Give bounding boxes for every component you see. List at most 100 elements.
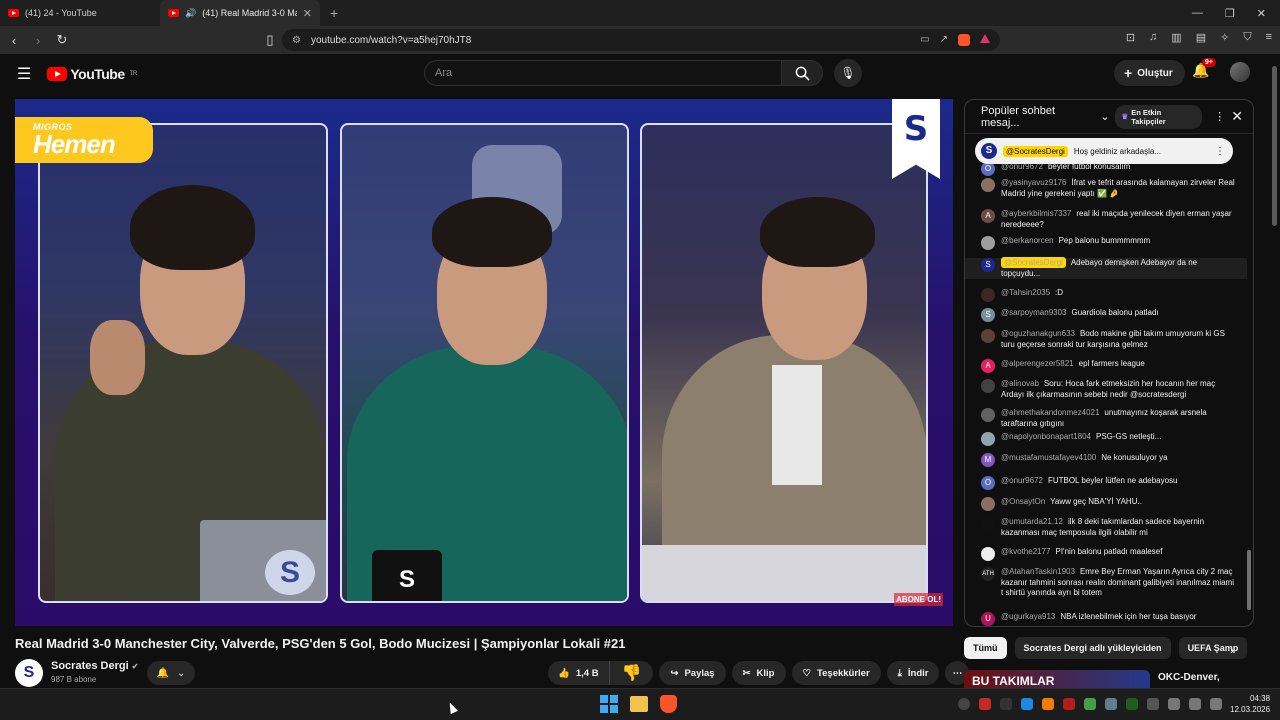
chat-avatar[interactable]: A: [981, 209, 995, 223]
chat-avatar[interactable]: M: [981, 453, 995, 467]
chat-message[interactable]: O @onur9672 beyler futbol konusalım: [965, 162, 1247, 176]
chat-username[interactable]: @alperengezer5821: [1001, 359, 1074, 368]
speaker-icon[interactable]: 🔊: [185, 8, 196, 19]
filter-chip-all[interactable]: Tümü: [964, 637, 1007, 659]
recommended-video[interactable]: BU TAKIMLAR OKC-Denver,: [964, 670, 1254, 690]
chat-avatar[interactable]: [981, 288, 995, 302]
chat-username[interactable]: @umutarda21.12: [1001, 517, 1063, 526]
pinned-more-icon[interactable]: ⋮: [1215, 146, 1225, 157]
brave-shields-icon[interactable]: [958, 34, 970, 46]
chat-message[interactable]: @umutarda21.12 ilk 8 deki takımlardan sad…: [965, 517, 1247, 538]
chat-more-icon[interactable]: ⋮: [1214, 110, 1225, 123]
brave-browser-icon[interactable]: [660, 695, 677, 713]
chat-message[interactable]: @OnsaytOn Yaww geç NBA'Yİ YAHU..: [965, 497, 1247, 511]
tray-app-icon[interactable]: [1105, 698, 1117, 710]
tray-app-icon[interactable]: [1084, 698, 1096, 710]
top-supporters-button[interactable]: ♛ En Etkin Takipçiler: [1115, 104, 1203, 129]
chevron-right-icon[interactable]: ›: [1230, 643, 1234, 657]
chat-message[interactable]: A @alperengezer5821 epl farmers league: [965, 359, 1247, 373]
tray-app-icon[interactable]: [1147, 698, 1159, 710]
wallet-icon[interactable]: ▤: [1196, 31, 1206, 44]
site-settings-icon[interactable]: ⚙: [292, 35, 301, 46]
share-button[interactable]: ↪ Paylaş: [659, 661, 726, 685]
subscription-bell-button[interactable]: 🔔 ⌄: [147, 661, 195, 685]
file-explorer-icon[interactable]: [630, 696, 648, 712]
chat-username[interactable]: @mustafamustafayev4100: [1001, 453, 1096, 462]
chat-avatar[interactable]: [981, 547, 995, 561]
chat-username[interactable]: @Tahsin2035: [1001, 288, 1050, 297]
chat-message[interactable]: S @SocratesDergi Adebayo demişken Adebayor…: [965, 257, 1247, 279]
chat-message[interactable]: M @mustafamustafayev4100 Ne konusuluyor ya: [965, 453, 1247, 467]
tray-app-icon[interactable]: [979, 698, 991, 710]
forward-icon[interactable]: ›: [28, 33, 48, 48]
brave-rewards-icon[interactable]: [980, 34, 990, 43]
chat-message[interactable]: @ahmethakandonmez4021 unutmayınız koşarak…: [965, 408, 1247, 429]
chat-avatar[interactable]: ATH: [981, 567, 995, 581]
chat-username[interactable]: @oguzhanakgun633: [1001, 329, 1075, 338]
scrollbar-thumb[interactable]: [1272, 66, 1277, 226]
cast-icon[interactable]: ▭: [920, 34, 929, 46]
chat-username[interactable]: @onur9672: [1001, 476, 1043, 485]
recommended-title[interactable]: OKC-Denver,: [1158, 672, 1220, 683]
chat-message[interactable]: @Tahsin2035:D: [965, 288, 1247, 302]
close-tab-icon[interactable]: ✕: [303, 7, 312, 20]
channel-name[interactable]: Socrates Dergi ✔: [51, 660, 138, 672]
chat-scrollbar[interactable]: [1247, 550, 1251, 610]
pinned-message[interactable]: S @SocratesDergi Hoş geldiniz arkadaşla.…: [975, 138, 1233, 164]
guide-menu-icon[interactable]: ☰: [17, 64, 31, 84]
chat-message[interactable]: @napolyonbonapart1804 PSG-GS netleşti...: [965, 432, 1247, 446]
chat-avatar[interactable]: O: [981, 476, 995, 490]
page-scrollbar[interactable]: [1268, 54, 1280, 688]
chat-message[interactable]: @yasinyavuz9176 İfrat ve tefrit arasında …: [965, 178, 1247, 199]
chat-avatar[interactable]: O: [981, 162, 995, 176]
window-close-button[interactable]: ✕: [1257, 7, 1266, 20]
browser-tab-active[interactable]: 🔊 (41) Real Madrid 3-0 Manchester ✕: [160, 0, 320, 26]
create-button[interactable]: + Oluştur: [1114, 60, 1185, 86]
chevron-down-icon[interactable]: ⌄: [1100, 110, 1109, 123]
start-button-icon[interactable]: [600, 695, 618, 713]
tray-app-icon[interactable]: [958, 698, 970, 710]
tray-app-icon[interactable]: [1063, 698, 1075, 710]
chat-username[interactable]: @ayberkbilmis7337: [1001, 209, 1071, 218]
chat-username[interactable]: @ugurkaya913: [1001, 612, 1055, 621]
like-button[interactable]: 👍 1,4 B: [548, 661, 610, 685]
chat-message[interactable]: @kvothe2177 PI'nin balonu patladı maalese…: [965, 547, 1247, 561]
account-avatar[interactable]: [1230, 62, 1250, 82]
clock[interactable]: 04:38 12.03.2026: [1230, 693, 1270, 715]
chat-avatar[interactable]: [981, 497, 995, 511]
chat-username[interactable]: @sarpoyman9303: [1001, 308, 1067, 317]
search-input[interactable]: Ara: [424, 60, 782, 86]
filter-chip-uploader[interactable]: Socrates Dergi adlı yükleyiciden: [1014, 637, 1171, 659]
notifications-button[interactable]: 🔔 9+: [1192, 58, 1216, 79]
clip-button[interactable]: ✂ Klip: [731, 661, 786, 685]
youtube-logo[interactable]: YouTube TR: [47, 66, 137, 82]
back-icon[interactable]: ‹: [4, 33, 24, 48]
new-tab-button[interactable]: +: [320, 5, 348, 21]
chat-avatar[interactable]: S: [981, 258, 995, 272]
restore-button[interactable]: ❐: [1225, 7, 1235, 20]
voice-search-button[interactable]: 🎙: [834, 59, 862, 87]
recommended-thumbnail[interactable]: BU TAKIMLAR: [964, 670, 1150, 690]
dislike-button[interactable]: 👎: [610, 661, 654, 685]
sidebar-icon[interactable]: ▥: [1171, 31, 1181, 44]
video-player[interactable]: S S MIGROS Hemen S ABONE OL!: [15, 99, 953, 626]
chat-username[interactable]: @yasinyavuz9176: [1001, 178, 1067, 187]
chat-username[interactable]: @alinovab: [1001, 379, 1039, 388]
wifi-icon[interactable]: [1168, 698, 1180, 710]
volume-icon[interactable]: [1189, 698, 1201, 710]
chat-avatar[interactable]: [981, 236, 995, 250]
search-button[interactable]: [781, 60, 823, 86]
chat-message[interactable]: S @sarpoyman9303 Guardiola balonu patladı: [965, 308, 1247, 322]
music-icon[interactable]: ♫: [1149, 31, 1157, 44]
chat-message[interactable]: @alinovab Soru: Hoca fark etmeksizin her …: [965, 379, 1247, 400]
chat-avatar[interactable]: [981, 379, 995, 393]
battery-icon[interactable]: [1210, 698, 1222, 710]
browser-tab[interactable]: (41) 24 - YouTube: [0, 0, 160, 26]
thanks-button[interactable]: ♡ Teşekkürler: [791, 661, 881, 685]
chat-avatar[interactable]: [981, 329, 995, 343]
chat-username[interactable]: @napolyonbonapart1804: [1001, 432, 1091, 441]
chat-avatar[interactable]: U: [981, 612, 995, 626]
chat-mode-dropdown[interactable]: Popüler sohbet mesaj...: [981, 105, 1094, 129]
chat-message[interactable]: U @ugurkaya913 NBA izlenebilmek için her t…: [965, 612, 1247, 626]
filter-chip-uefa[interactable]: UEFA Şamp: [1178, 637, 1248, 659]
